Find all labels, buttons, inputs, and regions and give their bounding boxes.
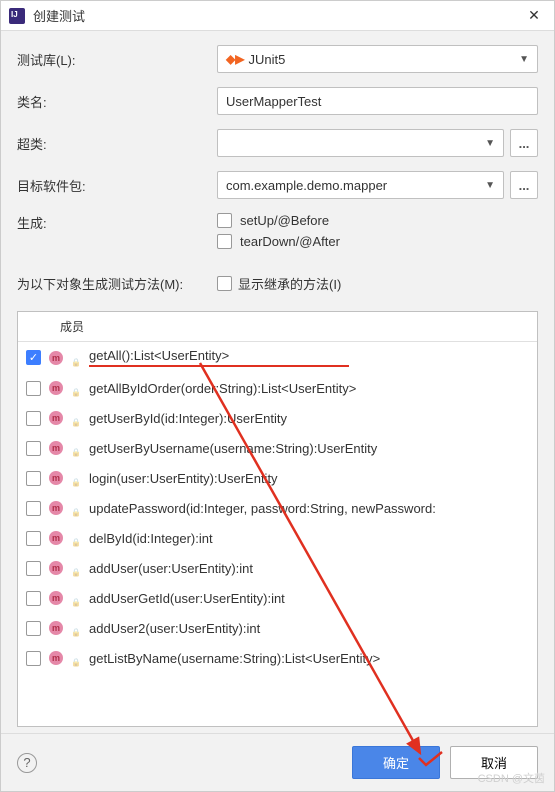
super-class-browse-button[interactable]: ... [510,129,538,157]
target-pkg-label: 目标软件包: [17,176,217,195]
method-row[interactable]: m addUser2(user:UserEntity):int [18,613,537,643]
method-checkbox[interactable] [26,621,41,636]
target-pkg-browse-button[interactable]: ... [510,171,538,199]
generate-label: 生成: [17,213,217,232]
test-lib-value: JUnit5 [248,52,285,67]
visibility-icon [71,623,81,633]
method-checkbox[interactable] [26,381,41,396]
method-checkbox[interactable] [26,441,41,456]
target-pkg-value: com.example.demo.mapper [226,178,387,193]
method-row[interactable]: m updatePassword(id:Integer, password:Str… [18,493,537,523]
method-icon: m [49,531,63,545]
method-signature: addUser(user:UserEntity):int [89,561,529,576]
method-checkbox[interactable] [26,471,41,486]
show-inherited-checkbox[interactable] [217,276,232,291]
method-row[interactable]: m getAll():List<UserEntity> [18,342,537,373]
app-logo-icon [9,8,25,24]
method-row[interactable]: m login(user:UserEntity):UserEntity [18,463,537,493]
help-button[interactable]: ? [17,753,37,773]
ok-button[interactable]: 确定 [352,746,440,779]
method-row[interactable]: m getUserById(id:Integer):UserEntity [18,403,537,433]
method-checkbox[interactable] [26,501,41,516]
class-name-value: UserMapperTest [226,94,321,109]
teardown-checkbox[interactable] [217,234,232,249]
test-lib-label: 测试库(L): [17,50,217,69]
visibility-icon [71,413,81,423]
visibility-icon [71,443,81,453]
method-icon: m [49,471,63,485]
method-checkbox[interactable] [26,531,41,546]
target-pkg-select[interactable]: com.example.demo.mapper ▼ [217,171,504,199]
method-row[interactable]: m getListByName(username:String):List<Use… [18,643,537,673]
method-signature: addUser2(user:UserEntity):int [89,621,529,636]
class-name-input[interactable]: UserMapperTest [217,87,538,115]
method-row[interactable]: m getUserByUsername(username:String):User… [18,433,537,463]
method-icon: m [49,381,63,395]
members-header: 成员 [18,312,537,342]
visibility-icon [71,353,81,363]
method-signature: delById(id:Integer):int [89,531,529,546]
super-class-select[interactable]: ▼ [217,129,504,157]
members-panel: 成员 m getAll():List<UserEntity> m getAllById… [17,311,538,727]
method-signature: getListByName(username:String):List<User… [89,651,529,666]
junit-diamond-icon: ◆▶ [226,52,244,66]
method-signature: getAllByIdOrder(order:String):List<UserE… [89,381,529,396]
show-inherited-label: 显示继承的方法(I) [238,274,341,293]
visibility-icon [71,653,81,663]
visibility-icon [71,593,81,603]
method-signature: updatePassword(id:Integer, password:Stri… [89,501,529,516]
titlebar: 创建测试 ✕ [1,1,554,31]
method-signature: getUserByUsername(username:String):UserE… [89,441,529,456]
gen-methods-label: 为以下对象生成测试方法(M): [17,274,217,293]
method-row[interactable]: m addUser(user:UserEntity):int [18,553,537,583]
method-signature: getUserById(id:Integer):UserEntity [89,411,529,426]
method-checkbox[interactable] [26,591,41,606]
close-icon[interactable]: ✕ [522,7,546,24]
chevron-down-icon: ▼ [519,54,529,65]
footer: ? 确定 取消 [1,733,554,791]
method-signature: addUserGetId(user:UserEntity):int [89,591,529,606]
setup-label: setUp/@Before [240,213,329,228]
super-class-label: 超类: [17,134,217,153]
dialog-window: 创建测试 ✕ 测试库(L): ◆▶ JUnit5 ▼ 类名: UserMappe… [0,0,555,792]
method-icon: m [49,351,63,365]
class-name-label: 类名: [17,92,217,111]
method-row[interactable]: m delById(id:Integer):int [18,523,537,553]
visibility-icon [71,473,81,483]
visibility-icon [71,533,81,543]
method-signature: login(user:UserEntity):UserEntity [89,471,529,486]
cancel-button[interactable]: 取消 [450,746,538,779]
method-row[interactable]: m addUserGetId(user:UserEntity):int [18,583,537,613]
chevron-down-icon: ▼ [485,180,495,191]
method-icon: m [49,441,63,455]
visibility-icon [71,503,81,513]
method-icon: m [49,621,63,635]
method-icon: m [49,501,63,515]
method-icon: m [49,561,63,575]
chevron-down-icon: ▼ [485,138,495,149]
setup-checkbox[interactable] [217,213,232,228]
method-signature: getAll():List<UserEntity> [89,348,529,367]
method-checkbox[interactable] [26,651,41,666]
members-list: m getAll():List<UserEntity> m getAllByIdOrd… [18,342,537,673]
content-area: 测试库(L): ◆▶ JUnit5 ▼ 类名: UserMapperTest 超… [1,31,554,733]
method-checkbox[interactable] [26,350,41,365]
teardown-label: tearDown/@After [240,234,340,249]
method-row[interactable]: m getAllByIdOrder(order:String):List<User… [18,373,537,403]
method-icon: m [49,591,63,605]
window-title: 创建测试 [33,6,522,25]
method-checkbox[interactable] [26,411,41,426]
test-lib-select[interactable]: ◆▶ JUnit5 ▼ [217,45,538,73]
method-icon: m [49,411,63,425]
visibility-icon [71,383,81,393]
visibility-icon [71,563,81,573]
method-checkbox[interactable] [26,561,41,576]
method-icon: m [49,651,63,665]
